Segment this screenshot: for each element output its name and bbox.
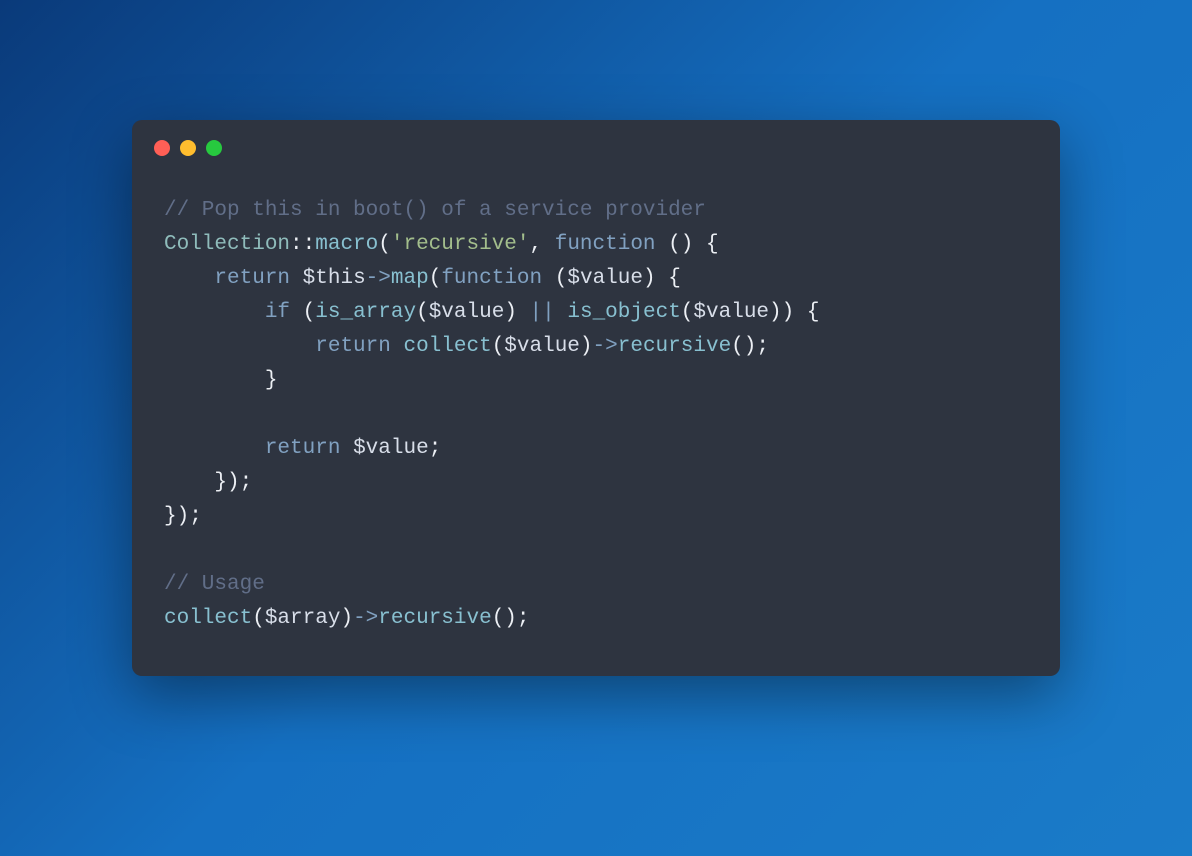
- code-token: ): [340, 607, 353, 630]
- code-token: [391, 335, 404, 358]
- code-window: // Pop this in boot() of a service provi…: [132, 120, 1060, 676]
- code-token: $value: [567, 267, 643, 290]
- close-icon[interactable]: [154, 140, 170, 156]
- code-token: collect: [403, 335, 491, 358]
- minimize-icon[interactable]: [180, 140, 196, 156]
- code-token: $value: [693, 301, 769, 324]
- code-token: (: [429, 267, 442, 290]
- code-editor: // Pop this in boot() of a service provi…: [132, 164, 1060, 676]
- code-token: $value: [429, 301, 505, 324]
- code-token: ();: [731, 335, 769, 358]
- code-token: (: [492, 335, 505, 358]
- code-token: Collection: [164, 233, 290, 256]
- window-titlebar: [132, 120, 1060, 164]
- code-token: is_array: [315, 301, 416, 324]
- code-token: $array: [265, 607, 341, 630]
- code-token: recursive: [378, 607, 491, 630]
- code-token: (: [252, 607, 265, 630]
- code-token: ->: [366, 267, 391, 290]
- code-comment: // Usage: [164, 573, 265, 596]
- code-comment: // Pop this in boot() of a service provi…: [164, 199, 706, 222]
- code-token: ->: [593, 335, 618, 358]
- code-token: [340, 437, 353, 460]
- code-token: (: [681, 301, 694, 324]
- code-token: [290, 267, 303, 290]
- maximize-icon[interactable]: [206, 140, 222, 156]
- code-token: });: [214, 471, 252, 494]
- code-token: macro: [315, 233, 378, 256]
- code-token: }: [265, 369, 278, 392]
- code-token: $this: [303, 267, 366, 290]
- code-token: is_object: [567, 301, 680, 324]
- code-token: });: [164, 505, 202, 528]
- code-token: ) {: [643, 267, 681, 290]
- code-token: ::: [290, 233, 315, 256]
- code-token: ,: [530, 233, 555, 256]
- code-token: () {: [656, 233, 719, 256]
- code-token: recursive: [618, 335, 731, 358]
- code-token: function: [441, 267, 542, 290]
- code-token: return: [214, 267, 290, 290]
- code-token: ||: [530, 301, 555, 324]
- code-token: ;: [429, 437, 442, 460]
- code-token: )) {: [769, 301, 819, 324]
- code-token: [555, 301, 568, 324]
- code-token: $value: [504, 335, 580, 358]
- code-token: $value: [353, 437, 429, 460]
- code-token: return: [265, 437, 341, 460]
- code-token: collect: [164, 607, 252, 630]
- code-token: (: [416, 301, 429, 324]
- code-token: ): [580, 335, 593, 358]
- code-token: (: [542, 267, 567, 290]
- code-token: (: [290, 301, 315, 324]
- code-token: ->: [353, 607, 378, 630]
- code-token: 'recursive': [391, 233, 530, 256]
- code-token: map: [391, 267, 429, 290]
- code-token: function: [555, 233, 656, 256]
- code-token: if: [265, 301, 290, 324]
- code-token: (: [378, 233, 391, 256]
- code-token: ): [504, 301, 529, 324]
- code-token: return: [315, 335, 391, 358]
- code-token: ();: [492, 607, 530, 630]
